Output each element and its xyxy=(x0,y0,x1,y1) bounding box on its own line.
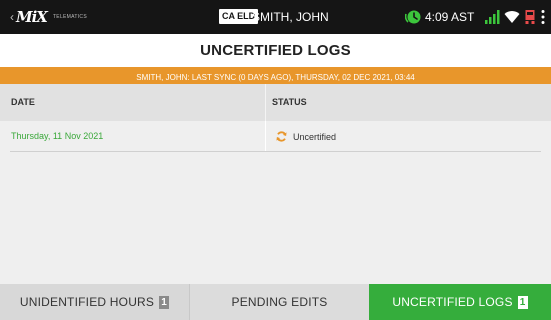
back-chevron-icon[interactable]: ‹ xyxy=(10,10,14,24)
wifi-icon xyxy=(504,11,520,23)
logs-table-body: Thursday, 11 Nov 2021 Uncertified xyxy=(0,121,551,284)
top-status-bar: ‹ MiX TELEMATICS CA ELD SMITH, JOHN 4:09… xyxy=(0,0,551,34)
logs-table-header: DATE STATUS xyxy=(0,84,551,121)
truck-icon xyxy=(525,10,535,24)
tab-unidentified-hours[interactable]: UNIDENTIFIED HOURS 1 xyxy=(0,284,190,320)
clock-icon xyxy=(405,10,421,24)
log-date: Thursday, 11 Nov 2021 xyxy=(11,131,104,141)
log-status-text: Uncertified xyxy=(293,131,337,142)
tab-count-badge: 1 xyxy=(159,295,170,309)
column-divider xyxy=(265,84,266,121)
date-column-header: DATE xyxy=(11,97,35,107)
sync-banner: SMITH, JOHN: LAST SYNC (0 DAYS AGO), THU… xyxy=(0,67,551,84)
tab-label: UNCERTIFIED LOGS xyxy=(392,295,513,309)
more-menu-icon[interactable] xyxy=(540,9,546,25)
log-status: Uncertified xyxy=(276,121,336,152)
table-row[interactable]: Thursday, 11 Nov 2021 Uncertified xyxy=(0,121,551,152)
sync-icon xyxy=(276,131,287,142)
logo-mark: MiX xyxy=(16,8,48,26)
tab-label: UNIDENTIFIED HOURS xyxy=(19,295,155,309)
driver-name[interactable]: SMITH, JOHN xyxy=(252,9,329,25)
title-bar: UNCERTIFIED LOGS xyxy=(0,34,551,67)
tab-uncertified-logs[interactable]: UNCERTIFIED LOGS 1 xyxy=(369,284,551,320)
tab-count-badge: 1 xyxy=(517,295,528,309)
tab-label: PENDING EDITS xyxy=(231,295,328,309)
mix-telematics-logo[interactable]: ‹ MiX TELEMATICS xyxy=(10,8,87,26)
row-divider xyxy=(10,151,541,152)
logo-subtext: TELEMATICS xyxy=(52,14,87,20)
tab-pending-edits[interactable]: PENDING EDITS xyxy=(190,284,369,320)
page-title: UNCERTIFIED LOGS xyxy=(200,42,351,59)
bottom-tabs: UNIDENTIFIED HOURS 1 PENDING EDITS UNCER… xyxy=(0,284,551,320)
signal-icon xyxy=(485,10,500,24)
sync-banner-text: SMITH, JOHN: LAST SYNC (0 DAYS AGO), THU… xyxy=(136,73,415,82)
status-column-header: STATUS xyxy=(272,97,307,107)
column-divider xyxy=(265,121,266,151)
clock-time: 4:09 AST xyxy=(425,10,475,24)
